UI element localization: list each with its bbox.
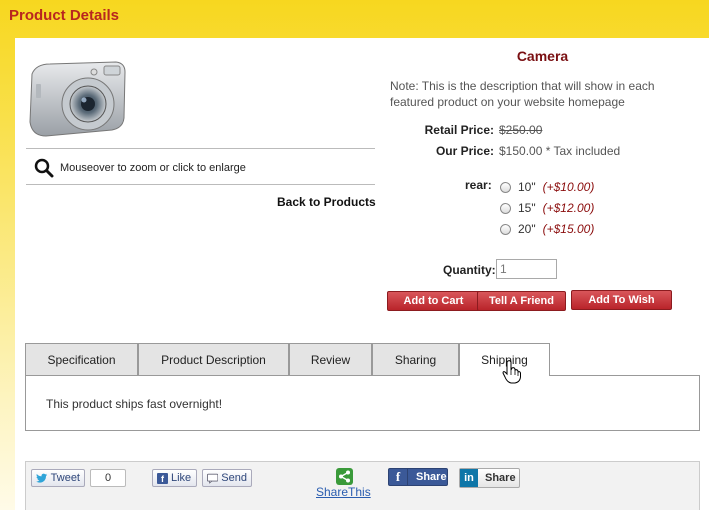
hand-cursor-icon bbox=[502, 360, 521, 384]
sharethis-icon[interactable] bbox=[336, 468, 353, 485]
option-modifier: (+$12.00) bbox=[542, 201, 595, 215]
tab-review[interactable]: Review bbox=[289, 343, 372, 375]
retail-price-value: $250.00 bbox=[499, 123, 543, 137]
add-to-wish-list-button[interactable]: Add To Wish List bbox=[571, 290, 672, 324]
tweet-label: Tweet bbox=[50, 472, 80, 484]
linkedin-share-label: Share bbox=[485, 472, 516, 484]
zoom-hint-label: Mouseover to zoom or click to enlarge bbox=[60, 162, 246, 174]
option-20[interactable]: 20" (+$15.00) bbox=[500, 222, 594, 236]
option-size: 10" bbox=[518, 180, 536, 194]
sharethis-link[interactable]: ShareThis bbox=[316, 485, 371, 499]
product-note: Note: This is the description that will … bbox=[390, 79, 655, 109]
tweet-button[interactable]: Tweet bbox=[31, 469, 85, 487]
divider bbox=[26, 148, 375, 149]
divider bbox=[26, 184, 375, 185]
option-size: 15" bbox=[518, 201, 536, 215]
tab-product-description[interactable]: Product Description bbox=[138, 343, 289, 375]
like-label: Like bbox=[171, 472, 192, 484]
zoom-hint: Mouseover to zoom or click to enlarge bbox=[34, 158, 246, 178]
retail-price-label: Retail Price: bbox=[424, 123, 494, 137]
back-to-products-link[interactable]: Back to Products bbox=[277, 195, 376, 209]
facebook-icon: f bbox=[157, 472, 168, 484]
quantity-input[interactable] bbox=[496, 259, 557, 279]
facebook-share-button[interactable]: f Share bbox=[388, 468, 448, 486]
option-label: rear: bbox=[465, 178, 492, 192]
option-size: 20" bbox=[518, 222, 536, 236]
twitter-bird-icon bbox=[36, 473, 48, 483]
facebook-send-button[interactable]: Send bbox=[202, 469, 252, 487]
facebook-like-button[interactable]: f Like bbox=[152, 469, 197, 487]
tab-specification[interactable]: Specification bbox=[25, 343, 138, 375]
tweet-count: 0 bbox=[90, 469, 126, 487]
linkedin-share-button[interactable]: in Share bbox=[459, 468, 520, 488]
send-label: Send bbox=[221, 472, 247, 484]
our-price-label: Our Price: bbox=[435, 144, 494, 158]
option-modifier: (+$10.00) bbox=[542, 180, 595, 194]
option-15[interactable]: 15" (+$12.00) bbox=[500, 201, 594, 215]
product-image[interactable] bbox=[26, 56, 128, 140]
quantity-label: Quantity: bbox=[443, 263, 496, 277]
add-to-cart-button[interactable]: Add to Cart bbox=[387, 291, 480, 311]
magnifier-icon bbox=[34, 158, 54, 178]
shipping-text: This product ships fast overnight! bbox=[46, 397, 223, 411]
radio-button[interactable] bbox=[500, 223, 511, 235]
tell-a-friend-button[interactable]: Tell A Friend bbox=[477, 291, 566, 311]
facebook-icon: f bbox=[389, 468, 408, 486]
radio-button[interactable] bbox=[500, 181, 511, 193]
send-icon bbox=[207, 473, 219, 484]
facebook-share-label: Share bbox=[416, 471, 447, 483]
product-title: Camera bbox=[516, 48, 569, 64]
tab-sharing[interactable]: Sharing bbox=[372, 343, 459, 375]
our-price-value: $150.00 * Tax included bbox=[499, 144, 621, 158]
option-modifier: (+$15.00) bbox=[542, 222, 595, 236]
option-10[interactable]: 10" (+$10.00) bbox=[500, 180, 594, 194]
page-title: Product Details bbox=[9, 7, 120, 24]
radio-button[interactable] bbox=[500, 202, 511, 214]
linkedin-icon: in bbox=[460, 469, 478, 487]
